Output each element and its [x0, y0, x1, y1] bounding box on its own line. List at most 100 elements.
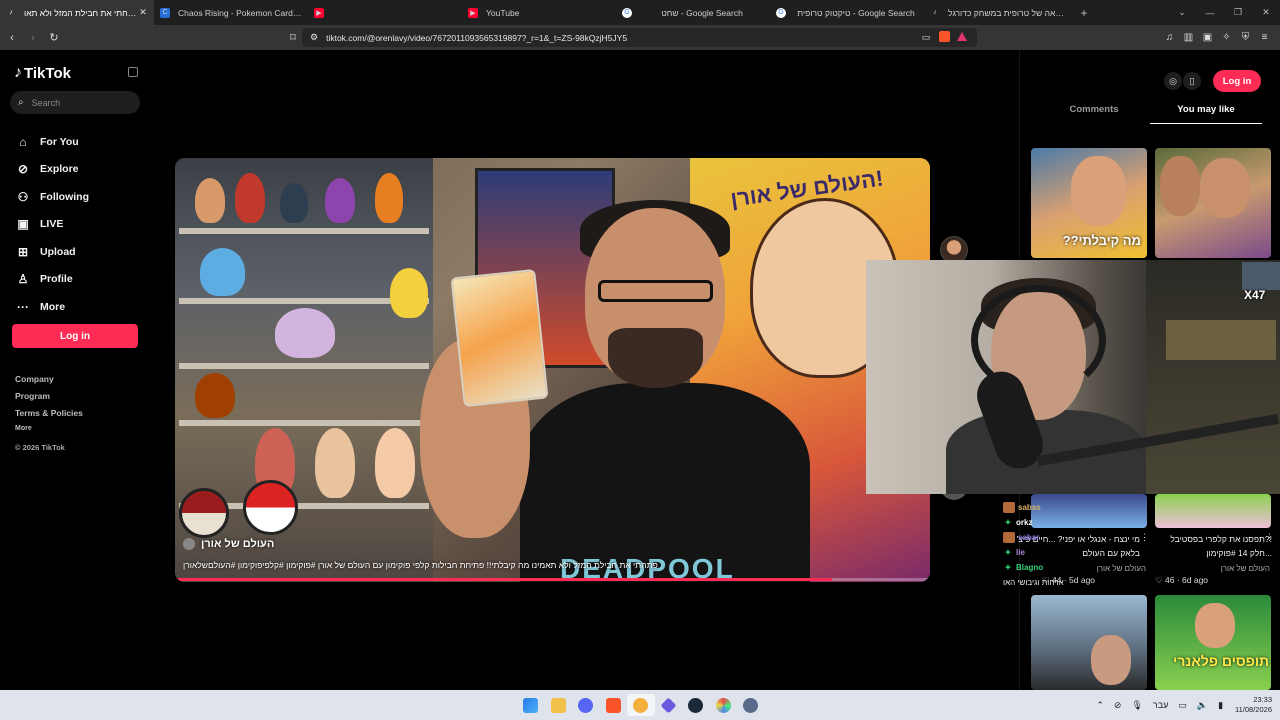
brave-browser-icon[interactable]	[600, 694, 628, 716]
recommended-video[interactable]	[1155, 148, 1271, 258]
person-icon: ♙	[17, 272, 29, 287]
browser-tab-tiktok-video[interactable]: ♪ פתחתי את חבילת המזל ולא תאו ✕	[0, 0, 154, 25]
video-host: DEADPOOL	[520, 200, 810, 582]
obs-icon[interactable]	[627, 694, 655, 716]
tab-title: Chaos Rising - Pokemon Card List an	[178, 7, 302, 18]
toolbar-right-icons: ♫ ▥ ▣ ✧ ⛨ ≡	[1160, 25, 1274, 50]
volume-icon[interactable]: 🔈	[1197, 700, 1208, 711]
close-window-icon[interactable]: ✕	[1252, 7, 1280, 18]
clock[interactable]: 23:33 11/08/2026	[1235, 695, 1272, 715]
wallet-icon[interactable]: ▣	[1198, 32, 1217, 43]
browser-tab-youtube-1[interactable]: ▶	[308, 0, 462, 25]
mic-icon[interactable]: 🎙	[1131, 700, 1142, 711]
sidebar-item-for-you[interactable]: ⌂ For You	[15, 128, 89, 156]
sidebar-item-upload[interactable]: ⊞ Upload	[15, 238, 89, 266]
leo-ai-icon[interactable]: ✧	[1217, 32, 1236, 43]
device-icon[interactable]: ▯	[1183, 72, 1201, 90]
sidebar-icon[interactable]: ▥	[1179, 32, 1198, 43]
minimize-icon[interactable]: —	[1196, 8, 1224, 18]
recommended-video[interactable]	[1031, 595, 1147, 690]
chat-avatar	[1003, 502, 1015, 513]
chat-message: sabar	[1003, 530, 1103, 545]
sidebar-item-profile[interactable]: ♙ Profile	[15, 266, 89, 294]
search-input[interactable]: ⌕ Search	[10, 91, 140, 114]
author-name: העולם של אורן	[201, 538, 275, 550]
more-options-icon[interactable]: ⋮	[1140, 532, 1149, 543]
video-title[interactable]: !?תפסנו את קלפרי בפסטיבל ...חלק 14 #פוקי…	[1148, 532, 1272, 560]
chat-message: ארחות וגיבושי האו	[1003, 575, 1103, 590]
chat-username: lie	[1016, 548, 1025, 557]
close-tab-icon[interactable]: ✕	[138, 7, 148, 18]
app-icon[interactable]	[655, 694, 683, 716]
video-player[interactable]: העולם של אורן! DEADPOOL העולם של אורן פת…	[175, 158, 930, 582]
app-icon[interactable]	[710, 694, 738, 716]
recommended-video[interactable]: מה קיבלתי??	[1031, 148, 1147, 258]
site-info-icon[interactable]: ⚙	[310, 32, 318, 43]
chat-avatar	[1003, 532, 1015, 543]
compass-icon: ⊘	[17, 162, 29, 177]
forward-arrow-icon[interactable]: ›	[24, 32, 42, 44]
file-explorer-icon[interactable]	[545, 694, 573, 716]
browser-tab-google-search-2[interactable]: G טיקטוק טרופית - Google Search	[770, 0, 924, 25]
sidebar-item-live[interactable]: ▣ LIVE	[15, 211, 89, 239]
windows-start-icon[interactable]	[517, 694, 545, 716]
video-author-name[interactable]: העולם של אורן	[1154, 564, 1270, 573]
sidebar-login-button[interactable]: Log in	[12, 324, 138, 348]
keyboard-language[interactable]: עבר	[1153, 700, 1168, 710]
recommended-video[interactable]	[1155, 494, 1271, 528]
footer-link-more[interactable]: More	[15, 425, 83, 442]
brave-rewards-icon[interactable]	[955, 32, 969, 43]
network-off-icon[interactable]: ⊘	[1114, 700, 1122, 711]
tab-you-may-like[interactable]: You may like	[1150, 102, 1262, 124]
more-options-icon[interactable]: ⋮	[1265, 532, 1274, 543]
discord-icon[interactable]	[572, 694, 600, 716]
new-tab-button[interactable]: +	[1074, 6, 1094, 20]
steam-icon[interactable]	[682, 694, 710, 716]
sidebar-item-more[interactable]: ··· More	[15, 293, 89, 321]
sidebar-item-explore[interactable]: ⊘ Explore	[15, 156, 89, 184]
collapse-sidebar-icon[interactable]	[128, 67, 138, 77]
tab-list-chevron-icon[interactable]: ⌄	[1168, 7, 1196, 18]
browser-tab-tiktok-2[interactable]: ♪ ההוצאה של טרופית במשחק כדורגל |	[924, 0, 1074, 25]
video-progress-bar[interactable]	[175, 578, 930, 581]
video-author[interactable]: העולם של אורן	[183, 538, 274, 550]
video-age: 6d ago	[1182, 575, 1209, 585]
google-icon: G	[776, 7, 786, 18]
live-icon: ▣	[17, 217, 29, 232]
tab-title: ההוצאה של טרופית במשחק כדורגל |	[948, 7, 1068, 18]
address-bar[interactable]: ⚙ tiktok.com/@orenlavy/video/76720110935…	[302, 28, 977, 47]
tab-comments[interactable]: Comments	[1038, 102, 1150, 124]
chat-message: ✦ orkz	[1003, 515, 1103, 530]
menu-label: LIVE	[40, 218, 64, 231]
footer-link-program[interactable]: Program	[15, 391, 83, 408]
sidebar-item-following[interactable]: ⚇ Following	[15, 183, 89, 211]
progress-fill	[175, 578, 832, 581]
browser-tab-chaos-rising[interactable]: C Chaos Rising - Pokemon Card List an	[154, 0, 308, 25]
browser-tab-youtube-2[interactable]: ▶ YouTube	[462, 0, 616, 25]
like-count: 46	[1165, 575, 1175, 585]
footer-link-terms[interactable]: Terms & Policies	[15, 408, 83, 425]
chat-badge-icon: ✦	[1004, 548, 1012, 557]
cast-icon[interactable]: ▭	[919, 32, 933, 43]
display-icon[interactable]: ▭	[1178, 700, 1187, 711]
tiktok-icon: ♪	[933, 9, 937, 16]
tray-chevron-icon[interactable]: ⌃	[1096, 700, 1104, 711]
reload-icon[interactable]: ↻	[45, 31, 63, 44]
vpn-icon[interactable]: ⛨	[1236, 32, 1255, 43]
back-arrow-icon[interactable]: ‹	[3, 32, 21, 44]
tiktok-logo[interactable]: ♪ TikTok	[14, 64, 71, 82]
recommended-video[interactable]: תופסים פלאנרי	[1155, 595, 1271, 690]
footer-link-company[interactable]: Company	[15, 374, 83, 391]
header-login-button[interactable]: Log in	[1213, 70, 1261, 92]
music-icon[interactable]: ♫	[1160, 32, 1179, 43]
battery-icon[interactable]: ▮	[1218, 700, 1223, 711]
bookmark-icon[interactable]: ⌑	[284, 31, 302, 44]
coin-icon[interactable]: ◎	[1164, 72, 1182, 90]
settings-gear-icon[interactable]	[737, 694, 765, 716]
stream-chat-overlay: sabas ✦ orkz sabar ✦ lie ✦ Blagno ארחות …	[1003, 500, 1103, 590]
browser-toolbar: ‹ › ↻ ⌑ ⚙ tiktok.com/@orenlavy/video/767…	[0, 25, 1280, 50]
menu-icon[interactable]: ≡	[1255, 32, 1274, 43]
brave-shield-icon[interactable]	[937, 31, 951, 44]
browser-tab-google-search-1[interactable]: G שחט - Google Search	[616, 0, 770, 25]
restore-icon[interactable]: ❐	[1224, 7, 1252, 18]
